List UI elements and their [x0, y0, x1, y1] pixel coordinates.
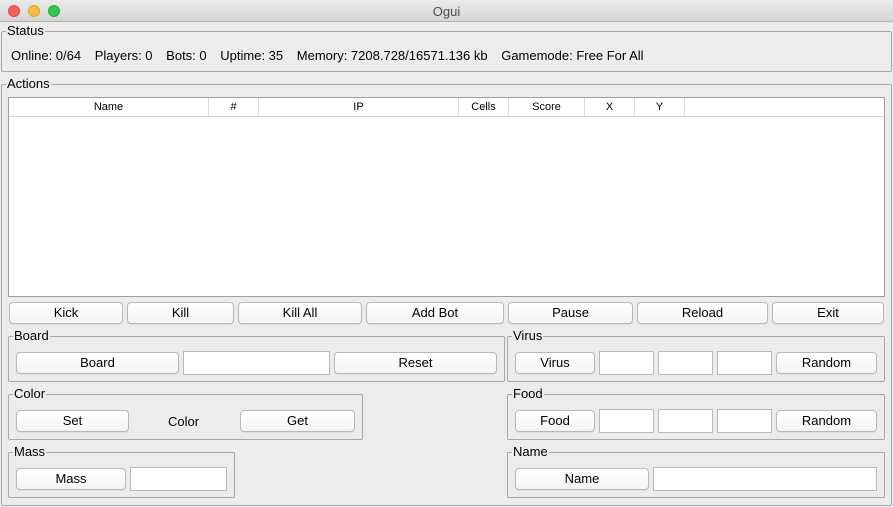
food-y-input[interactable] [658, 409, 713, 433]
kill-all-button[interactable]: Kill All [238, 302, 362, 324]
column-header-y[interactable]: Y [635, 98, 685, 117]
virus-button[interactable]: Virus [515, 352, 595, 374]
set-color-button[interactable]: Set [16, 410, 129, 432]
kick-button[interactable]: Kick [9, 302, 123, 324]
mass-input[interactable] [130, 467, 227, 491]
add-bot-button[interactable]: Add Bot [366, 302, 504, 324]
players-count: Players: 0 [94, 48, 153, 63]
get-color-button[interactable]: Get [240, 410, 355, 432]
column-header-x[interactable]: X [585, 98, 635, 117]
status-group-title: Status [6, 23, 45, 39]
online-count: Online: 0/64 [11, 48, 82, 63]
name-group-title: Name [512, 444, 549, 460]
virus-random-button[interactable]: Random [776, 352, 877, 374]
kill-button[interactable]: Kill [127, 302, 234, 324]
reset-button[interactable]: Reset [334, 352, 497, 374]
players-table[interactable]: Name # IP Cells Score X Y [8, 97, 885, 297]
name-button[interactable]: Name [515, 468, 649, 490]
column-header-score[interactable]: Score [509, 98, 585, 117]
board-input[interactable] [183, 351, 330, 375]
window-title: Ogui [432, 4, 461, 19]
board-button[interactable]: Board [16, 352, 179, 374]
status-group: Status Online: 0/64 Players: 0 Bots: 0 U… [1, 23, 892, 72]
virus-y-input[interactable] [658, 351, 713, 375]
food-button[interactable]: Food [515, 410, 595, 432]
column-header-name[interactable]: Name [9, 98, 209, 117]
column-header-number[interactable]: # [209, 98, 259, 117]
mass-group-title: Mass [13, 444, 47, 460]
bots-count: Bots: 0 [166, 48, 207, 63]
status-line: Online: 0/64 Players: 0 Bots: 0 Uptime: … [11, 48, 654, 63]
food-z-input[interactable] [717, 409, 772, 433]
pause-button[interactable]: Pause [508, 302, 633, 324]
exit-button[interactable]: Exit [772, 302, 884, 324]
title-bar: Ogui [0, 0, 893, 22]
gamemode-value: Gamemode: Free For All [501, 48, 644, 63]
uptime-value: Uptime: 35 [220, 48, 284, 63]
board-group-title: Board [13, 328, 50, 344]
food-group-title: Food [512, 386, 544, 402]
mass-button[interactable]: Mass [16, 468, 126, 490]
column-header-cells[interactable]: Cells [459, 98, 509, 117]
name-input[interactable] [653, 467, 877, 491]
players-table-header: Name # IP Cells Score X Y [9, 98, 884, 117]
virus-z-input[interactable] [717, 351, 772, 375]
column-header-ip[interactable]: IP [259, 98, 459, 117]
virus-x-input[interactable] [599, 351, 654, 375]
food-x-input[interactable] [599, 409, 654, 433]
reload-button[interactable]: Reload [637, 302, 768, 324]
color-label: Color [168, 414, 200, 429]
virus-group-title: Virus [512, 328, 544, 344]
memory-value: Memory: 7208.728/16571.136 kb [296, 48, 488, 63]
color-group-title: Color [13, 386, 47, 402]
actions-group-title: Actions [6, 76, 51, 92]
food-random-button[interactable]: Random [776, 410, 877, 432]
